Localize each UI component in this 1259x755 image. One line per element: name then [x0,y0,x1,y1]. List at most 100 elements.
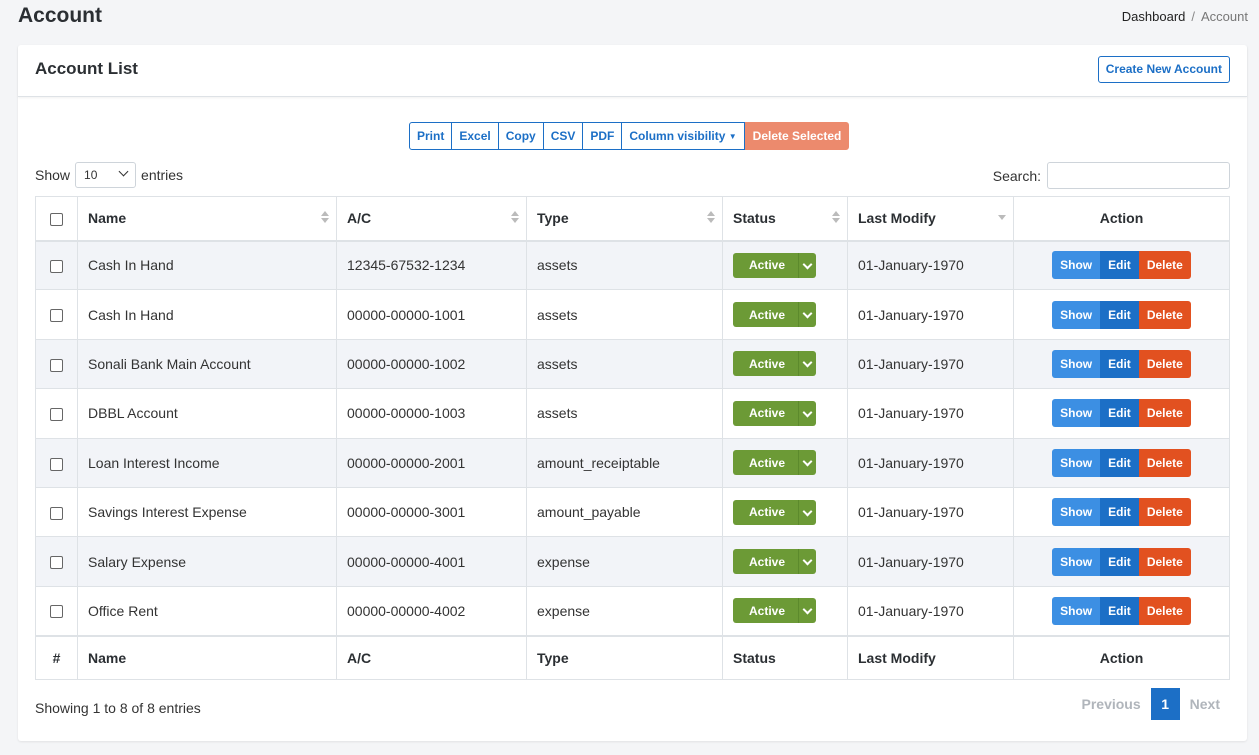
edit-button[interactable]: Edit [1100,300,1139,329]
table-header-row: Name A/C Type Status Last Modify Action [35,196,1230,242]
delete-button[interactable]: Delete [1138,399,1191,428]
action-cell: Show Edit Delete [1013,536,1230,587]
account-number: 12345-67532-1234 [336,239,527,291]
row-checkbox[interactable] [50,506,63,520]
row-checkbox[interactable] [50,457,63,471]
status-dropdown-button[interactable]: Active [733,400,816,426]
print-button[interactable]: Print [409,122,453,150]
status-label: Active [748,455,786,470]
edit-button[interactable]: Edit [1100,547,1139,576]
status-cell: Active [722,585,848,637]
accounts-table: Name A/C Type Status Last Modify Action … [35,196,1230,681]
account-type: amount_receiptable [526,437,723,488]
status-dropdown-button[interactable]: Active [733,450,816,476]
previous-page-button[interactable]: Previous [1072,696,1151,712]
edit-button[interactable]: Edit [1100,251,1139,280]
csv-button[interactable]: CSV [543,122,584,150]
action-cell: Show Edit Delete [1013,585,1230,637]
row-checkbox[interactable] [50,309,63,323]
ac-header-label: A/C [347,210,372,227]
status-label: Active [748,307,786,322]
breadcrumb-home-link[interactable]: Dashboard [1122,9,1186,24]
show-button[interactable]: Show [1052,547,1101,576]
row-checkbox[interactable] [50,556,63,570]
caret-down-icon: ▼ [728,132,737,141]
status-cell: Active [722,536,848,587]
chevron-down-icon [798,400,816,426]
edit-button[interactable]: Edit [1100,596,1139,625]
delete-button[interactable]: Delete [1138,251,1191,280]
row-checkbox-cell [35,486,78,538]
edit-button[interactable]: Edit [1100,498,1139,527]
table-row: Cash In Hand 00000-00000-1001 assets Active… [35,289,1230,340]
pagination: Previous 1 Next [1072,688,1231,720]
account-name: Salary Expense [77,536,337,587]
edit-button[interactable]: Edit [1100,399,1139,428]
row-checkbox[interactable] [50,408,63,422]
status-column-header[interactable]: Status [722,196,848,242]
breadcrumb-separator: / [1191,9,1196,24]
show-button[interactable]: Show [1052,300,1101,329]
last-modify-date: 01-January-1970 [847,585,1014,637]
delete-button[interactable]: Delete [1138,448,1191,477]
ac-column-header[interactable]: A/C [336,196,527,242]
row-checkbox-cell [35,338,78,390]
chevron-down-icon [798,499,816,525]
show-button[interactable]: Show [1052,448,1101,477]
show-label: Show [35,167,71,183]
type-column-header[interactable]: Type [526,196,723,242]
status-dropdown-button[interactable]: Active [733,252,816,278]
show-button[interactable]: Show [1052,251,1101,280]
status-dropdown-button[interactable]: Active [733,598,816,624]
copy-button[interactable]: Copy [498,122,544,150]
next-page-button[interactable]: Next [1180,696,1230,712]
column-visibility-button[interactable]: Column visibility ▼ [622,122,745,150]
pdf-button[interactable]: PDF [583,122,623,150]
edit-button[interactable]: Edit [1100,349,1139,378]
row-checkbox[interactable] [50,358,63,372]
chevron-down-icon [798,598,816,624]
account-name: Cash In Hand [77,289,337,340]
delete-button[interactable]: Delete [1138,498,1191,527]
footer-hash: # [35,634,78,681]
page-1-button[interactable]: 1 [1150,688,1180,720]
last-modify-column-header[interactable]: Last Modify [847,196,1014,242]
search-input[interactable] [1047,162,1230,189]
row-checkbox[interactable] [50,260,63,274]
edit-button[interactable]: Edit [1100,448,1139,477]
show-button[interactable]: Show [1052,399,1101,428]
action-button-group: Show Edit Delete [1052,300,1191,329]
account-number: 00000-00000-1001 [336,289,527,340]
status-dropdown-button[interactable]: Active [733,549,816,575]
show-button[interactable]: Show [1052,596,1101,625]
row-checkbox[interactable] [50,605,63,619]
status-dropdown-button[interactable]: Active [733,351,816,377]
table-row: Cash In Hand 12345-67532-1234 assets Active… [35,239,1230,291]
account-name: DBBL Account [77,388,337,439]
delete-button[interactable]: Delete [1138,547,1191,576]
delete-button[interactable]: Delete [1138,300,1191,329]
status-dropdown-button[interactable]: Active [733,499,816,525]
table-row: Savings Interest Expense 00000-00000-3001… [35,486,1230,538]
account-list-card: Account List Create New Account Print Ex… [18,45,1247,741]
entries-per-page-value: 10 [84,168,98,182]
show-button[interactable]: Show [1052,498,1101,527]
last-modify-date: 01-January-1970 [847,239,1014,291]
last-modify-date: 01-January-1970 [847,437,1014,488]
table-info: Showing 1 to 8 of 8 entries [35,700,201,716]
account-name: Office Rent [77,585,337,637]
table-row: Salary Expense 00000-00000-4001 expense Act… [35,536,1230,587]
name-column-header[interactable]: Name [77,196,337,242]
delete-button[interactable]: Delete [1138,596,1191,625]
delete-button[interactable]: Delete [1138,349,1191,378]
select-all-checkbox[interactable] [50,213,63,227]
create-new-account-button[interactable]: Create New Account [1097,56,1230,83]
entries-per-page-select[interactable]: 10 [75,162,137,188]
excel-button[interactable]: Excel [452,122,499,150]
show-button[interactable]: Show [1052,349,1101,378]
delete-selected-button[interactable]: Delete Selected [744,122,850,150]
status-dropdown-button[interactable]: Active [733,302,816,328]
status-header-label: Status [733,210,776,227]
status-cell: Active [722,437,848,488]
card-header: Account List Create New Account [18,45,1247,97]
